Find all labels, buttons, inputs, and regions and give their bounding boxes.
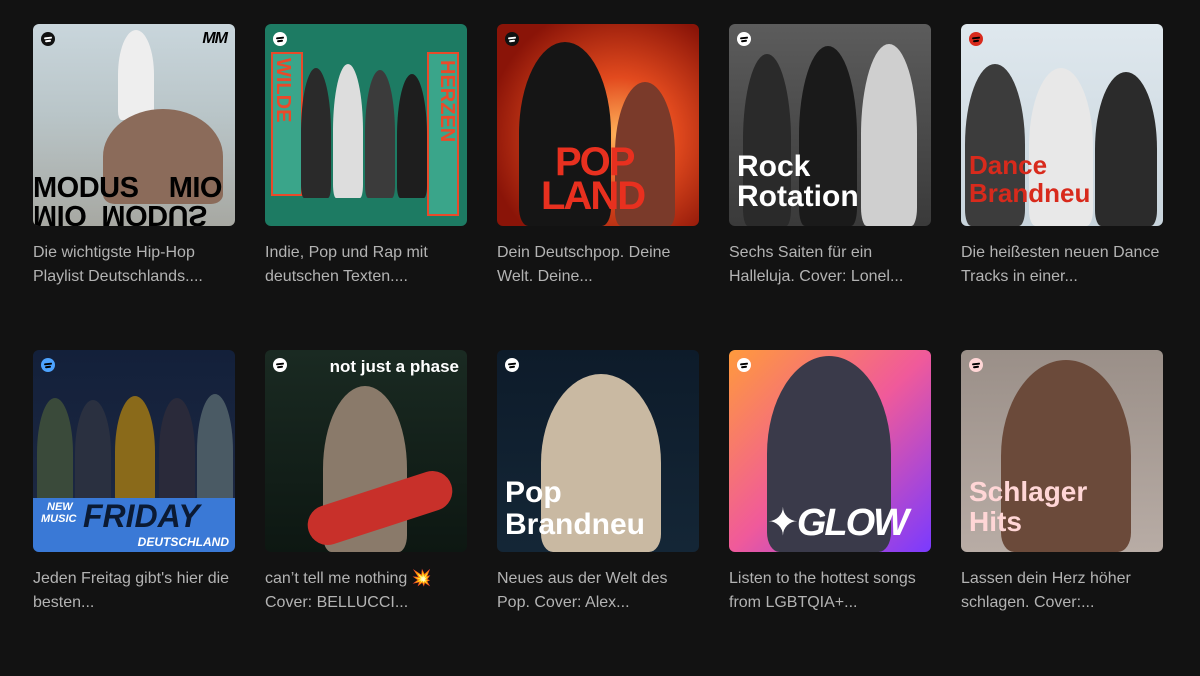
playlist-cover[interactable]: Rock Rotation: [729, 24, 931, 226]
artist-figure: [159, 398, 195, 508]
playlist-card[interactable]: not just a phase can’t tell me nothing 💥…: [265, 350, 467, 676]
playlist-cover[interactable]: MM MODUS MIO MIO MODUS: [33, 24, 235, 226]
spotify-logo-icon: [737, 358, 751, 372]
playlist-card[interactable]: Dance Brandneu Die heißesten neuen Dance…: [961, 24, 1163, 350]
playlist-cover[interactable]: NEW MUSIC FRIDAY DEUTSCHLAND: [33, 350, 235, 552]
spotify-logo-icon: [737, 32, 751, 46]
artist-figure: [1095, 72, 1157, 226]
playlist-description[interactable]: Listen to the hottest songs from LGBTQIA…: [729, 567, 929, 615]
playlist-card[interactable]: MM MODUS MIO MIO MODUS Die wichtigste Hi…: [33, 24, 235, 350]
playlist-cover[interactable]: not just a phase: [265, 350, 467, 552]
playlist-card[interactable]: WILDE HERZEN Indie, Pop und Rap mit deut…: [265, 24, 467, 350]
playlist-card[interactable]: NEW MUSIC FRIDAY DEUTSCHLAND Jeden Freit…: [33, 350, 235, 676]
playlist-card[interactable]: POP LAND Dein Deutschpop. Deine Welt. De…: [497, 24, 699, 350]
playlist-description[interactable]: Indie, Pop und Rap mit deutschen Texten.…: [265, 241, 465, 289]
playlist-description[interactable]: Lassen dein Herz höher schlagen. Cover:.…: [961, 567, 1161, 615]
cover-title-line: MUSIC: [41, 513, 77, 525]
cover-title-line: Rock: [737, 150, 811, 183]
playlist-description[interactable]: Jeden Freitag gibt's hier die besten...: [33, 567, 233, 615]
spotify-logo-icon: [969, 358, 983, 372]
cover-title-mirrored: MODUS: [101, 199, 207, 226]
cover-title-line: HERZEN: [436, 60, 458, 143]
playlist-cover[interactable]: Pop Brandneu: [497, 350, 699, 552]
cover-title-line: DEUTSCHLAND: [137, 535, 229, 549]
artist-figure: [365, 70, 395, 198]
cover-title-line: Dance: [969, 150, 1048, 180]
artist-figure: [115, 396, 155, 508]
playlist-grid: MM MODUS MIO MIO MODUS Die wichtigste Hi…: [33, 24, 1163, 676]
playlist-card[interactable]: Rock Rotation Sechs Saiten für ein Halle…: [729, 24, 931, 350]
artist-figure: [333, 64, 363, 198]
cover-title-line: FRIDAY: [83, 498, 200, 534]
playlist-description[interactable]: Sechs Saiten für ein Halleluja. Cover: L…: [729, 241, 929, 289]
playlist-description[interactable]: Die wichtigste Hip-Hop Playlist Deutschl…: [33, 241, 233, 289]
spotify-logo-icon: [273, 32, 287, 46]
playlist-card[interactable]: Schlager Hits Lassen dein Herz höher sch…: [961, 350, 1163, 676]
spotify-logo-icon: [41, 32, 55, 46]
cover-title-line: Brandneu: [969, 178, 1091, 208]
artist-figure: [197, 394, 233, 508]
playlist-cover[interactable]: Dance Brandneu: [961, 24, 1163, 226]
cover-title-line: ✦GLOW: [767, 502, 909, 544]
cover-title-line: NEW: [47, 501, 73, 513]
artist-figure: [37, 398, 73, 508]
spotify-logo-icon: [273, 358, 287, 372]
playlist-card[interactable]: Pop Brandneu Neues aus der Welt des Pop.…: [497, 350, 699, 676]
playlist-cover[interactable]: ✦GLOW: [729, 350, 931, 552]
spotify-logo-icon: [505, 358, 519, 372]
spotify-logo-icon: [505, 32, 519, 46]
playlist-description[interactable]: Die heißesten neuen Dance Tracks in eine…: [961, 241, 1161, 289]
artist-figure: [301, 68, 331, 198]
cover-title-line: Pop: [505, 476, 562, 509]
cover-title-line: Schlager: [969, 476, 1088, 507]
artist-figure: [397, 74, 427, 198]
playlist-card[interactable]: ✦GLOW Listen to the hottest songs from L…: [729, 350, 931, 676]
playlist-cover[interactable]: Schlager Hits: [961, 350, 1163, 552]
artist-figure: [118, 30, 154, 120]
cover-title-line: WILDE: [272, 58, 294, 123]
cover-title-line: LAND: [541, 174, 646, 218]
playlist-description[interactable]: Neues aus der Welt des Pop. Cover: Alex.…: [497, 567, 697, 615]
artist-figure: [75, 400, 111, 508]
playlist-description[interactable]: can’t tell me nothing 💥 Cover: BELLUCCI.…: [265, 567, 465, 615]
playlist-cover[interactable]: POP LAND: [497, 24, 699, 226]
playlist-description[interactable]: Dein Deutschpop. Deine Welt. Deine...: [497, 241, 697, 289]
spotify-logo-icon: [41, 358, 55, 372]
cover-title-line: Hits: [969, 506, 1022, 537]
playlist-cover[interactable]: WILDE HERZEN: [265, 24, 467, 226]
artist-figure: [861, 44, 917, 226]
cover-title-line: Brandneu: [505, 508, 646, 541]
cover-title-line: Rotation: [737, 180, 859, 213]
cover-title-line: not just a phase: [329, 357, 459, 376]
spotify-logo-icon: [969, 32, 983, 46]
modus-mio-logo: MM: [202, 30, 228, 47]
cover-title-mirrored: MIO: [33, 199, 87, 226]
